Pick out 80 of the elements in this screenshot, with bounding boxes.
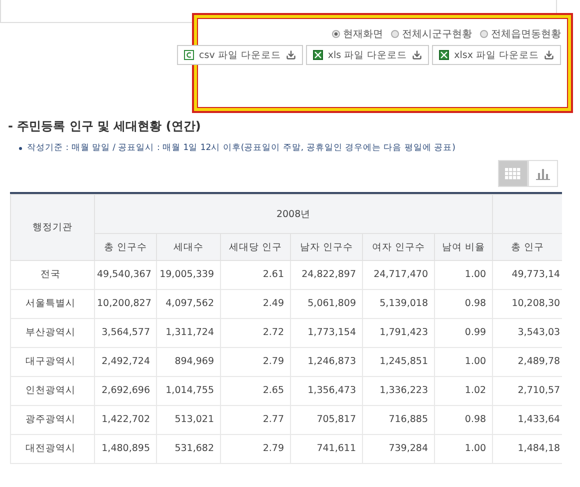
radio-icon[interactable] xyxy=(332,30,340,38)
csv-file-icon xyxy=(184,50,194,60)
table-cell: 0.99 xyxy=(434,318,493,348)
table-cell: 1,480,895 xyxy=(94,434,156,464)
table-cell: 716,885 xyxy=(362,406,434,434)
table-cell: 2.49 xyxy=(220,290,290,318)
grid-icon xyxy=(505,168,521,180)
table-cell: 2.79 xyxy=(220,348,290,376)
table-cell: 1,422,702 xyxy=(94,406,156,434)
note-text: 작성기준 : 매월 말일 / 공표일시 : 매월 1일 12시 이후(공표일이 주말, 공휴일인 경우에는 다음 평일에 공표) xyxy=(27,142,456,154)
table-cell: 0.98 xyxy=(434,406,493,434)
spreadsheet-icon xyxy=(439,50,450,60)
table-cell: 1,336,223 xyxy=(362,376,434,406)
radio-option[interactable]: 전체시군구현황 xyxy=(391,27,472,41)
table-cell: 0.98 xyxy=(434,290,493,318)
table-cell: 부산광역시 xyxy=(10,318,94,348)
spreadsheet-icon xyxy=(312,50,323,60)
download-button[interactable]: csv 파일 다운로드 xyxy=(177,45,303,65)
table-cell: 인천광역시 xyxy=(10,376,94,406)
table-cell: 전국 xyxy=(10,260,94,290)
table-cell: 1.02 xyxy=(434,376,493,406)
table-cell: 24,717,470 xyxy=(362,260,434,290)
table-cell: 1,245,851 xyxy=(362,348,434,376)
table-cell: 1.00 xyxy=(434,348,493,376)
table-cell: 10,200,827 xyxy=(94,290,156,318)
table-cell: 1.00 xyxy=(434,434,493,464)
table-cell: 2.79 xyxy=(220,434,290,464)
view-toggle-button[interactable] xyxy=(528,160,558,187)
table-cell: 24,822,897 xyxy=(290,260,362,290)
table-cell: 705,817 xyxy=(290,406,362,434)
download-button[interactable]: xlsx 파일 다운로드 xyxy=(432,45,561,65)
table-cell: 4,097,562 xyxy=(156,290,220,318)
radio-option[interactable]: 전체읍면동현황 xyxy=(480,27,561,41)
header-cell: 2008년 xyxy=(94,194,493,234)
table-cell: 2,492,724 xyxy=(94,348,156,376)
table-cell: 1.00 xyxy=(434,260,493,290)
view-toggle-button[interactable] xyxy=(498,160,528,187)
header-cell: 총 인구수 xyxy=(94,234,156,260)
bar-chart-icon xyxy=(536,168,550,180)
table-cell: 531,682 xyxy=(156,434,220,464)
table-cell: 1,791,423 xyxy=(362,318,434,348)
table-cell: 1,014,755 xyxy=(156,376,220,406)
header-cell: 여자 인구수 xyxy=(362,234,434,260)
header-cell: 세대수 xyxy=(156,234,220,260)
table-cell: 대구광역시 xyxy=(10,348,94,376)
table-cell: 서울특별시 xyxy=(10,290,94,318)
download-icon xyxy=(286,50,296,60)
table-cell: 광주광역시 xyxy=(10,406,94,434)
table-cell: 2.61 xyxy=(220,260,290,290)
table-cell: 2.77 xyxy=(220,406,290,434)
table-cell: 19,005,339 xyxy=(156,260,220,290)
table-cell: 739,284 xyxy=(362,434,434,464)
download-button[interactable]: xls 파일 다운로드 xyxy=(306,45,430,65)
table-cell: 2,692,696 xyxy=(94,376,156,406)
table-cell: 1,356,473 xyxy=(290,376,362,406)
table-cell: 513,021 xyxy=(156,406,220,434)
table-cell: 1,311,724 xyxy=(156,318,220,348)
table-cell: 894,969 xyxy=(156,348,220,376)
table-cell: 3,564,577 xyxy=(94,318,156,348)
radio-option[interactable]: 현재화면 xyxy=(332,27,383,41)
header-cell: 행정기관 xyxy=(10,194,94,260)
table-cell: 1,246,873 xyxy=(290,348,362,376)
bullet-icon xyxy=(19,146,22,150)
radio-icon[interactable] xyxy=(480,30,488,38)
section-title: - 주민등록 인구 및 세대현황 (연간) xyxy=(8,118,202,135)
table-cell: 49,540,367 xyxy=(94,260,156,290)
radio-icon[interactable] xyxy=(391,30,399,38)
table-cell: 2.65 xyxy=(220,376,290,406)
header-cell: 남여 비율 xyxy=(434,234,493,260)
table-cell: 741,611 xyxy=(290,434,362,464)
table-cell: 5,139,018 xyxy=(362,290,434,318)
table-cell: 1,773,154 xyxy=(290,318,362,348)
download-icon xyxy=(412,50,422,60)
header-cell: 세대당 인구 xyxy=(220,234,290,260)
header-cell: 총 인구 xyxy=(492,234,562,260)
table-cell: 5,061,809 xyxy=(290,290,362,318)
table-cell: 대전광역시 xyxy=(10,434,94,464)
download-icon xyxy=(544,50,554,60)
table-cell: 2.72 xyxy=(220,318,290,348)
header-cell: 남자 인구수 xyxy=(290,234,362,260)
